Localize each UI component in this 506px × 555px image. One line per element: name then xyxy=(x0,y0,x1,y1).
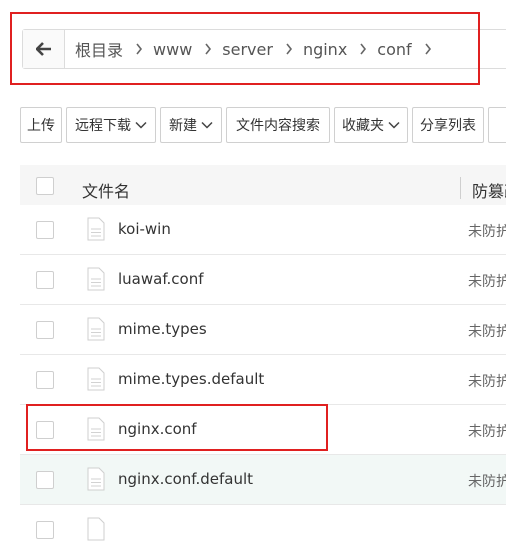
table-row[interactable] xyxy=(20,505,506,555)
breadcrumb: 根目录 www server nginx conf xyxy=(22,29,506,69)
breadcrumb-item-root[interactable]: 根目录 xyxy=(65,37,123,61)
row-checkbox[interactable] xyxy=(36,521,54,539)
protect-status: 未防护 xyxy=(468,324,506,340)
favorites-button[interactable]: 收藏夹 xyxy=(334,107,408,143)
file-name[interactable]: mime.types xyxy=(118,320,207,338)
breadcrumb-item-nginx[interactable]: nginx xyxy=(293,40,347,59)
upload-button[interactable]: 上传 xyxy=(20,107,62,143)
file-name[interactable]: nginx.conf xyxy=(118,420,197,438)
protect-status: 未防护 xyxy=(468,274,506,290)
remote-download-button[interactable]: 远程下载 xyxy=(66,107,156,143)
protect-status: 未防护 xyxy=(468,374,506,390)
back-button[interactable] xyxy=(23,30,65,68)
toolbar: 上传 远程下载 新建 文件内容搜索 收藏夹 分享列表 xyxy=(20,107,506,143)
more-button[interactable] xyxy=(488,107,506,143)
file-icon xyxy=(87,417,105,441)
chevron-right-icon xyxy=(424,43,432,55)
table-row[interactable]: mime.types.default 未防护 xyxy=(20,355,506,405)
chevron-right-icon xyxy=(285,43,293,55)
row-checkbox[interactable] xyxy=(36,271,54,289)
row-checkbox[interactable] xyxy=(36,221,54,239)
table-header: 文件名 防篡改 xyxy=(20,165,506,210)
new-button[interactable]: 新建 xyxy=(160,107,222,143)
share-list-button[interactable]: 分享列表 xyxy=(412,107,484,143)
table-row[interactable]: luawaf.conf 未防护 xyxy=(20,255,506,305)
table-row[interactable]: mime.types 未防护 xyxy=(20,305,506,355)
chevron-down-icon xyxy=(388,121,400,129)
chevron-down-icon xyxy=(201,121,213,129)
chevron-right-icon xyxy=(359,43,367,55)
select-all-checkbox[interactable] xyxy=(36,177,54,195)
column-divider xyxy=(460,177,461,199)
column-header-protect[interactable]: 防篡改 xyxy=(472,178,506,202)
row-checkbox[interactable] xyxy=(36,471,54,489)
file-name[interactable]: mime.types.default xyxy=(118,370,264,388)
file-icon xyxy=(87,267,105,291)
file-icon xyxy=(87,217,105,241)
protect-status: 未防护 xyxy=(468,224,506,240)
protect-status: 未防护 xyxy=(468,474,506,490)
chevron-down-icon xyxy=(135,121,147,129)
content-search-button[interactable]: 文件内容搜索 xyxy=(226,107,330,143)
protect-status: 未防护 xyxy=(468,424,506,440)
file-name[interactable]: luawaf.conf xyxy=(118,270,204,288)
breadcrumb-item-conf[interactable]: conf xyxy=(367,40,411,59)
breadcrumb-item-www[interactable]: www xyxy=(143,40,192,59)
file-icon xyxy=(87,467,105,491)
table-row[interactable]: nginx.conf 未防护 xyxy=(20,405,506,455)
arrow-left-icon xyxy=(35,42,51,56)
row-checkbox[interactable] xyxy=(36,371,54,389)
row-checkbox[interactable] xyxy=(36,421,54,439)
file-name[interactable]: nginx.conf.default xyxy=(118,470,253,488)
file-name[interactable]: koi-win xyxy=(118,220,171,238)
row-checkbox[interactable] xyxy=(36,321,54,339)
table-row[interactable]: koi-win 未防护 xyxy=(20,205,506,255)
breadcrumb-item-server[interactable]: server xyxy=(212,40,273,59)
chevron-right-icon xyxy=(204,43,212,55)
column-header-filename[interactable]: 文件名 xyxy=(82,178,130,202)
chevron-right-icon xyxy=(135,43,143,55)
table-row[interactable]: nginx.conf.default 未防护 xyxy=(20,455,506,505)
file-icon xyxy=(87,317,105,341)
file-icon xyxy=(87,367,105,391)
